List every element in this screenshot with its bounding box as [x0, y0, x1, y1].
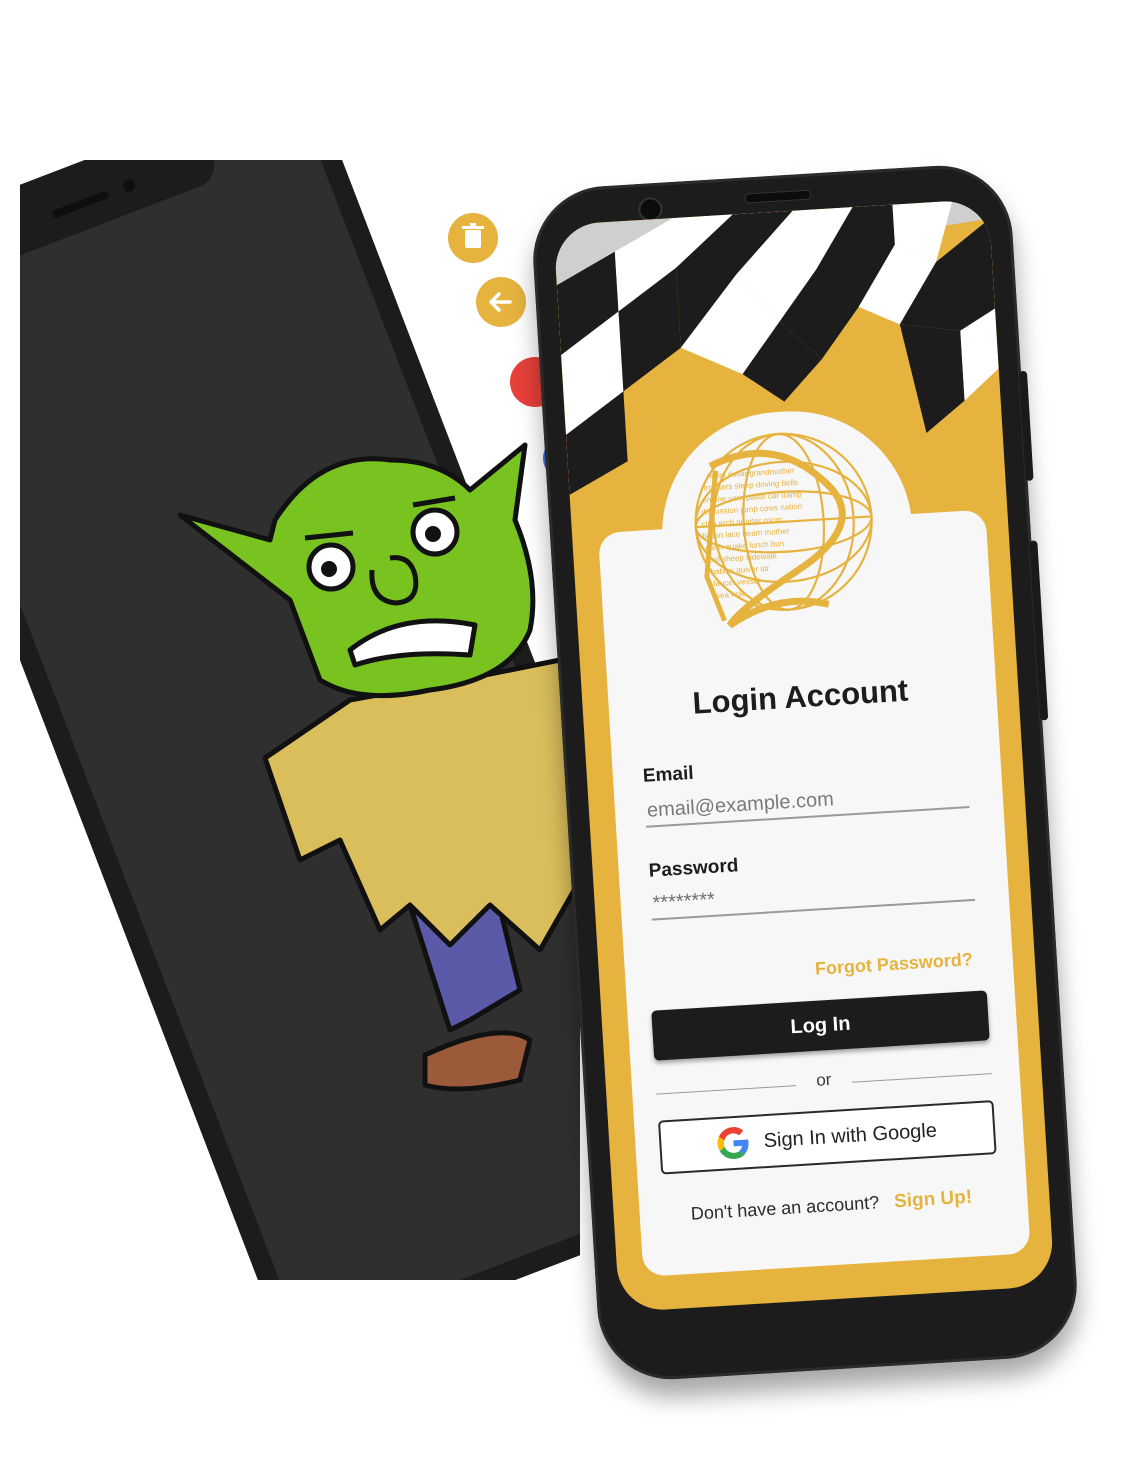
svg-text:discussion jump cows nation: discussion jump cows nation	[701, 502, 803, 517]
globe-logo: news dollar grandmother trousers sleep d…	[694, 432, 873, 629]
trash-icon[interactable]	[448, 213, 498, 263]
google-icon	[717, 1127, 749, 1160]
login-screen: news dollar grandmother trousers sleep d…	[553, 198, 1055, 1313]
login-phone: news dollar grandmother trousers sleep d…	[528, 161, 1082, 1384]
google-button-label: Sign In with Google	[763, 1119, 938, 1152]
signup-link[interactable]: Sign Up!	[893, 1187, 972, 1213]
svg-text:faucet vessel: faucet vessel	[713, 576, 760, 588]
svg-text:sea hole: sea hole	[716, 589, 747, 600]
arrow-left-icon[interactable]	[476, 277, 526, 327]
email-label: Email	[642, 762, 695, 787]
drawing-app-phone	[20, 160, 580, 1280]
